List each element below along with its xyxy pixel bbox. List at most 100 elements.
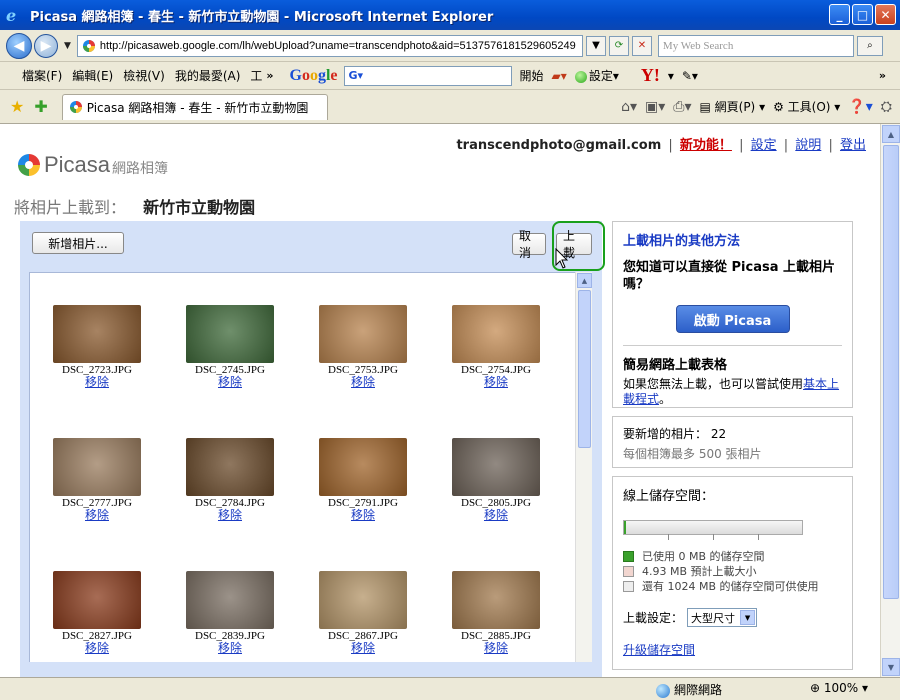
remove-photo-link[interactable]: 移除 — [184, 509, 276, 521]
refresh-icon[interactable]: ⟳ — [608, 35, 629, 56]
photo-item: DSC_2723.JPG 移除 — [51, 305, 143, 388]
storage-title: 線上儲存空間： — [623, 489, 715, 504]
page-scrollbar[interactable]: ▲ ▼ — [880, 124, 900, 677]
google-search-input[interactable]: G▾ — [343, 65, 512, 86]
scroll-up-icon[interactable]: ▲ — [577, 273, 592, 288]
menu-bar: 檔案(F) 編輯(E) 檢視(V) 我的最愛(A) 工 » Google G▾ … — [0, 62, 900, 90]
photo-thumbnail — [319, 438, 407, 496]
feeds-icon[interactable]: ▣▾ — [645, 99, 665, 115]
print-icon[interactable]: ⎙▾ — [673, 99, 691, 115]
photo-thumbnail — [186, 571, 274, 629]
cancel-button[interactable]: 取消 — [512, 229, 546, 260]
menu-view[interactable]: 檢視(V) — [123, 67, 165, 84]
logout-link[interactable]: 登出 — [840, 138, 866, 153]
picasa-logo[interactable]: Picasa 網路相簿 — [18, 152, 168, 178]
page-scroll-down-icon[interactable]: ▼ — [882, 658, 900, 676]
zoom-level[interactable]: ⊕ 100% ▾ — [810, 681, 868, 695]
picasa-question: 您知道可以直接從 Picasa 上載相片嗎？ — [623, 260, 836, 292]
photo-grid-scrollbar[interactable]: ▲ ▼ — [575, 272, 592, 677]
tab-bar: ★ ✚ Picasa 網路相簿 - 春生 - 新竹市立動物園 ⌂▾ ▣▾ ⎙▾ … — [0, 90, 900, 124]
address-input[interactable]: http://picasaweb.google.com/lh/webUpload… — [76, 34, 583, 57]
start-picasa-button[interactable]: 啟動 Picasa — [675, 305, 790, 333]
meter-tick — [758, 534, 759, 540]
remove-photo-link[interactable]: 移除 — [51, 642, 143, 654]
research-icon[interactable]: ⛭ — [881, 99, 892, 115]
remove-photo-link[interactable]: 移除 — [450, 509, 542, 521]
search-icon[interactable]: ⌕ — [856, 35, 883, 56]
page-scroll-up-icon[interactable]: ▲ — [882, 125, 900, 143]
tab-picasa-icon — [69, 101, 82, 113]
add-favorites-icon[interactable]: ✚ — [34, 97, 47, 116]
remove-photo-link[interactable]: 移除 — [51, 509, 143, 521]
remove-photo-link[interactable]: 移除 — [317, 376, 409, 388]
window-title: Picasa 網路相簿 - 春生 - 新竹市立動物園 - Microsoft I… — [30, 9, 494, 25]
toolbar-more-icon[interactable]: » — [879, 69, 886, 82]
web-search-input[interactable]: My Web Search — [657, 34, 854, 57]
yahoo-dropdown-icon[interactable]: ▾ — [668, 69, 674, 83]
close-button[interactable]: ✕ — [875, 4, 896, 25]
legend-used-text: 已使用 0 MB 的儲存空間 — [642, 550, 765, 563]
remove-photo-link[interactable]: 移除 — [450, 642, 542, 654]
maximize-button[interactable]: □ — [852, 4, 873, 25]
photo-item: DSC_2753.JPG 移除 — [317, 305, 409, 388]
photo-count-box: 要新增的相片： 22 每個相簿最多 500 張相片 — [612, 416, 853, 468]
photo-thumbnail — [452, 571, 540, 629]
remove-photo-link[interactable]: 移除 — [51, 376, 143, 388]
favorites-star-icon[interactable]: ★ — [10, 97, 24, 116]
toolbar-bookmark-icon[interactable]: ▰▾ — [552, 69, 567, 83]
mouse-cursor-icon — [555, 248, 569, 269]
help-icon[interactable]: ❓▾ — [848, 99, 872, 115]
back-button[interactable]: ◀ — [6, 32, 32, 59]
history-dropdown-icon[interactable]: ▼ — [64, 41, 71, 51]
upgrade-storage-link[interactable]: 升級儲存空間 — [623, 641, 842, 658]
upload-size-select[interactable]: 大型尺寸 ▼ — [687, 608, 758, 627]
simple-upload-desc: 如果您無法上載，也可以嘗試使用 — [623, 377, 804, 391]
photo-thumbnail — [319, 571, 407, 629]
remove-photo-link[interactable]: 移除 — [317, 509, 409, 521]
help-link[interactable]: 說明 — [795, 138, 821, 153]
settings-link[interactable]: 設定 — [751, 138, 777, 153]
page-menu-label: 網頁(P) — [714, 100, 756, 114]
highlight-pen-icon[interactable]: ✎▾ — [682, 69, 698, 83]
menu-edit[interactable]: 編輯(E) — [72, 67, 113, 84]
page-scroll-thumb[interactable] — [883, 145, 899, 599]
toolbar-settings[interactable]: 設定▾ — [574, 67, 619, 84]
photo-thumbnail — [53, 305, 141, 363]
menu-favorites[interactable]: 我的最愛(A) — [175, 67, 241, 84]
photo-item: DSC_2791.JPG 移除 — [317, 438, 409, 521]
scroll-thumb[interactable] — [578, 290, 591, 448]
photo-item: DSC_2805.JPG 移除 — [450, 438, 542, 521]
page-menu[interactable]: ▤ 網頁(P) ▾ — [699, 98, 765, 115]
photo-thumbnail — [53, 438, 141, 496]
add-photos-button[interactable]: 新增相片... — [32, 232, 124, 254]
legend-free: 還有 1024 MB 的儲存空間可供使用 — [623, 579, 842, 594]
remove-photo-link[interactable]: 移除 — [317, 642, 409, 654]
command-bar: ⌂▾ ▣▾ ⎙▾ ▤ 網頁(P) ▾ ⚙ 工具(O) ▾ ❓▾ ⛭ — [621, 98, 892, 115]
address-toolbar: ◀ ▶ ▼ http://picasaweb.google.com/lh/web… — [0, 30, 900, 62]
tools-menu[interactable]: ⚙ 工具(O) ▾ — [773, 98, 840, 115]
remove-photo-link[interactable]: 移除 — [184, 376, 276, 388]
settings-label: 設定▾ — [588, 69, 619, 83]
google-search-value: G▾ — [348, 69, 364, 82]
menu-file[interactable]: 檔案(F) — [22, 67, 62, 84]
photo-item: DSC_2867.JPG 移除 — [317, 571, 409, 654]
minimize-button[interactable]: _ — [829, 4, 850, 25]
address-dropdown-icon[interactable]: ▼ — [585, 35, 606, 56]
forward-button[interactable]: ▶ — [34, 33, 58, 58]
tab-active[interactable]: Picasa 網路相簿 - 春生 - 新竹市立動物園 — [61, 93, 328, 120]
photo-item: DSC_2784.JPG 移除 — [184, 438, 276, 521]
menu-tools[interactable]: 工 — [250, 67, 262, 84]
new-features-link[interactable]: 新功能！ — [680, 138, 732, 153]
ie-icon: e — [6, 6, 17, 25]
yahoo-logo[interactable]: Y! — [641, 65, 660, 86]
remove-photo-link[interactable]: 移除 — [450, 376, 542, 388]
remove-photo-link[interactable]: 移除 — [184, 642, 276, 654]
album-name: 新竹市立動物園 — [143, 198, 256, 217]
home-icon[interactable]: ⌂▾ — [621, 99, 637, 115]
storage-box: 線上儲存空間： 已使用 0 MB 的儲存空間 4.93 MB 預計上載大小 還有… — [612, 476, 853, 670]
picasa-favicon-icon — [82, 39, 95, 52]
toolbar-open-label[interactable]: 開始 — [520, 67, 544, 84]
stop-icon[interactable]: ✕ — [631, 35, 652, 56]
menu-more-icon[interactable]: » — [266, 69, 273, 82]
free-swatch — [623, 581, 634, 592]
